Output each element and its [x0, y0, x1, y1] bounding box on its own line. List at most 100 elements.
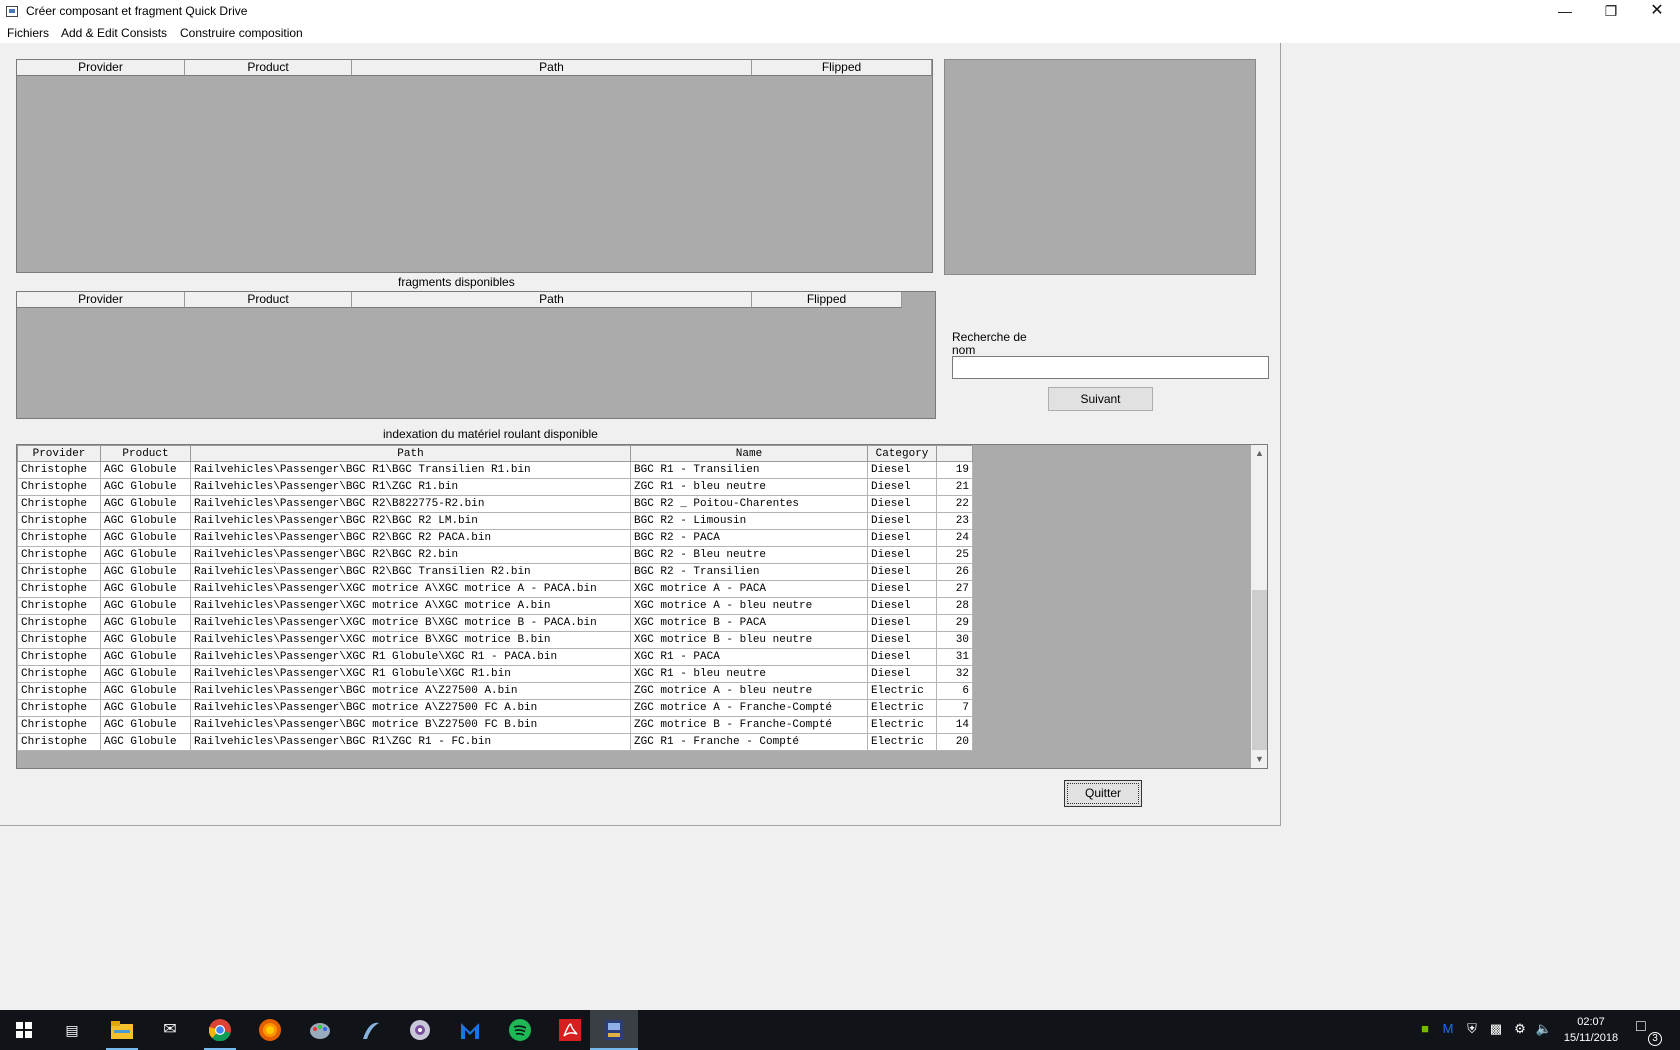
rs-cell-path[interactable]: Railvehicles\Passenger\XGC motrice A\XGC…: [190, 597, 631, 615]
rs-cell-product[interactable]: AGC Globule: [100, 546, 191, 564]
scroll-up-arrow-icon[interactable]: ▲: [1251, 445, 1267, 462]
rs-cell-path[interactable]: Railvehicles\Passenger\BGC R2\BGC Transi…: [190, 563, 631, 581]
table-row[interactable]: Christophe AGC Globule Railvehicles\Passen…: [17, 631, 973, 649]
rs-cell-category[interactable]: Diesel: [867, 614, 937, 632]
next-button[interactable]: Suivant: [1048, 387, 1153, 411]
scroll-down-arrow-icon[interactable]: ▼: [1251, 751, 1267, 768]
rs-cell-name[interactable]: BGC R2 - PACA: [630, 529, 868, 547]
app-icon[interactable]: [346, 1010, 394, 1050]
rs-cell-category[interactable]: Diesel: [867, 546, 937, 564]
rs-cell-id[interactable]: 23: [936, 512, 973, 530]
rs-cell-id[interactable]: 21: [936, 478, 973, 496]
rs-cell-id[interactable]: 24: [936, 529, 973, 547]
rs-cell-name[interactable]: ZGC motrice B - Franche-Compté: [630, 716, 868, 734]
rs-cell-category[interactable]: Diesel: [867, 478, 937, 496]
rs-cell-path[interactable]: Railvehicles\Passenger\BGC R1\ZGC R1.bin: [190, 478, 631, 496]
rs-cell-name[interactable]: XGC motrice A - bleu neutre: [630, 597, 868, 615]
rs-cell-product[interactable]: AGC Globule: [100, 512, 191, 530]
rs-cell-path[interactable]: Railvehicles\Passenger\XGC motrice B\XGC…: [190, 631, 631, 649]
rolling-stock-grid[interactable]: Provider Product Path Name Category Chri…: [16, 444, 1268, 769]
rs-cell-product[interactable]: AGC Globule: [100, 563, 191, 581]
rs-cell-name[interactable]: BGC R1 - Transilien: [630, 461, 868, 479]
rs-cell-category[interactable]: Diesel: [867, 563, 937, 581]
rs-cell-category[interactable]: Electric: [867, 716, 937, 734]
rs-cell-path[interactable]: Railvehicles\Passenger\BGC R2\B822775-R2…: [190, 495, 631, 513]
rs-cell-provider[interactable]: Christophe: [17, 529, 101, 547]
rs-cell-provider[interactable]: Christophe: [17, 512, 101, 530]
fragments-header-provider[interactable]: Provider: [17, 292, 185, 308]
rs-cell-provider[interactable]: Christophe: [17, 495, 101, 513]
rs-cell-product[interactable]: AGC Globule: [100, 614, 191, 632]
nvidia-tray-icon[interactable]: ■: [1415, 1021, 1435, 1036]
rs-cell-name[interactable]: ZGC R1 - Franche - Compté: [630, 733, 868, 751]
rs-header-product[interactable]: Product: [100, 445, 191, 462]
rs-cell-category[interactable]: Diesel: [867, 580, 937, 598]
rs-cell-product[interactable]: AGC Globule: [100, 495, 191, 513]
mail-icon[interactable]: ✉: [146, 1010, 194, 1050]
firefox-icon[interactable]: [246, 1010, 294, 1050]
menu-construire-composition[interactable]: Construire composition: [180, 26, 303, 40]
rs-cell-name[interactable]: ZGC motrice A - bleu neutre: [630, 682, 868, 700]
rs-cell-category[interactable]: Electric: [867, 733, 937, 751]
rs-cell-category[interactable]: Diesel: [867, 648, 937, 666]
steam-tray-icon[interactable]: ⚙: [1510, 1021, 1530, 1037]
close-button[interactable]: ✕: [1634, 0, 1680, 24]
spotify-icon[interactable]: [496, 1010, 544, 1050]
rs-cell-path[interactable]: Railvehicles\Passenger\XGC R1 Globule\XG…: [190, 665, 631, 683]
rs-cell-path[interactable]: Railvehicles\Passenger\BGC motrice B\Z27…: [190, 716, 631, 734]
rs-cell-category[interactable]: Electric: [867, 699, 937, 717]
vertical-scrollbar[interactable]: ▲ ▼: [1251, 445, 1267, 768]
rs-cell-id[interactable]: 14: [936, 716, 973, 734]
rs-cell-path[interactable]: Railvehicles\Passenger\BGC R1\ZGC R1 - F…: [190, 733, 631, 751]
rs-cell-provider[interactable]: Christophe: [17, 682, 101, 700]
rs-cell-provider[interactable]: Christophe: [17, 665, 101, 683]
rs-cell-name[interactable]: ZGC R1 - bleu neutre: [630, 478, 868, 496]
system-clock[interactable]: 02:07 15/11/2018: [1556, 1014, 1626, 1046]
rs-header-name[interactable]: Name: [630, 445, 868, 462]
rs-cell-provider[interactable]: Christophe: [17, 614, 101, 632]
rs-cell-name[interactable]: ZGC motrice A - Franche-Compté: [630, 699, 868, 717]
consist-grid[interactable]: Provider Product Path Flipped: [16, 59, 933, 273]
rs-cell-provider[interactable]: Christophe: [17, 631, 101, 649]
rs-cell-product[interactable]: AGC Globule: [100, 529, 191, 547]
rs-cell-name[interactable]: BGC R2 - Bleu neutre: [630, 546, 868, 564]
rs-cell-name[interactable]: XGC motrice A - PACA: [630, 580, 868, 598]
search-input[interactable]: [952, 356, 1269, 379]
rs-cell-id[interactable]: 32: [936, 665, 973, 683]
rs-cell-product[interactable]: AGC Globule: [100, 631, 191, 649]
quit-button[interactable]: Quitter: [1064, 780, 1142, 807]
acrobat-icon[interactable]: [546, 1010, 594, 1050]
table-row[interactable]: Christophe AGC Globule Railvehicles\Passen…: [17, 580, 973, 598]
rs-cell-name[interactable]: XGC motrice B - PACA: [630, 614, 868, 632]
rs-cell-path[interactable]: Railvehicles\Passenger\BGC R2\BGC R2 PAC…: [190, 529, 631, 547]
media-icon[interactable]: [396, 1010, 444, 1050]
rs-cell-id[interactable]: 30: [936, 631, 973, 649]
rs-cell-product[interactable]: AGC Globule: [100, 682, 191, 700]
rs-cell-product[interactable]: AGC Globule: [100, 733, 191, 751]
rs-cell-id[interactable]: 7: [936, 699, 973, 717]
table-row[interactable]: Christophe AGC Globule Railvehicles\Passen…: [17, 682, 973, 700]
rs-cell-path[interactable]: Railvehicles\Passenger\XGC motrice A\XGC…: [190, 580, 631, 598]
rs-cell-category[interactable]: Diesel: [867, 631, 937, 649]
malwarebytes-tray-icon[interactable]: M: [1438, 1021, 1458, 1036]
rs-cell-id[interactable]: 28: [936, 597, 973, 615]
rs-cell-product[interactable]: AGC Globule: [100, 580, 191, 598]
train-app-icon[interactable]: [590, 1010, 638, 1050]
rs-header-provider[interactable]: Provider: [17, 445, 101, 462]
rs-cell-provider[interactable]: Christophe: [17, 648, 101, 666]
table-row[interactable]: Christophe AGC Globule Railvehicles\Passen…: [17, 512, 973, 530]
table-row[interactable]: Christophe AGC Globule Railvehicles\Passen…: [17, 495, 973, 513]
rs-cell-product[interactable]: AGC Globule: [100, 665, 191, 683]
rs-header-category[interactable]: Category: [867, 445, 937, 462]
rs-cell-provider[interactable]: Christophe: [17, 563, 101, 581]
rs-cell-name[interactable]: XGC motrice B - bleu neutre: [630, 631, 868, 649]
rs-cell-name[interactable]: BGC R2 - Limousin: [630, 512, 868, 530]
rs-cell-id[interactable]: 25: [936, 546, 973, 564]
rs-cell-path[interactable]: Railvehicles\Passenger\XGC R1 Globule\XG…: [190, 648, 631, 666]
rs-cell-provider[interactable]: Christophe: [17, 546, 101, 564]
rs-cell-provider[interactable]: Christophe: [17, 699, 101, 717]
fragments-grid[interactable]: Provider Product Path Flipped: [16, 291, 936, 419]
rs-cell-id[interactable]: 31: [936, 648, 973, 666]
rs-cell-provider[interactable]: Christophe: [17, 716, 101, 734]
rs-cell-category[interactable]: Diesel: [867, 597, 937, 615]
